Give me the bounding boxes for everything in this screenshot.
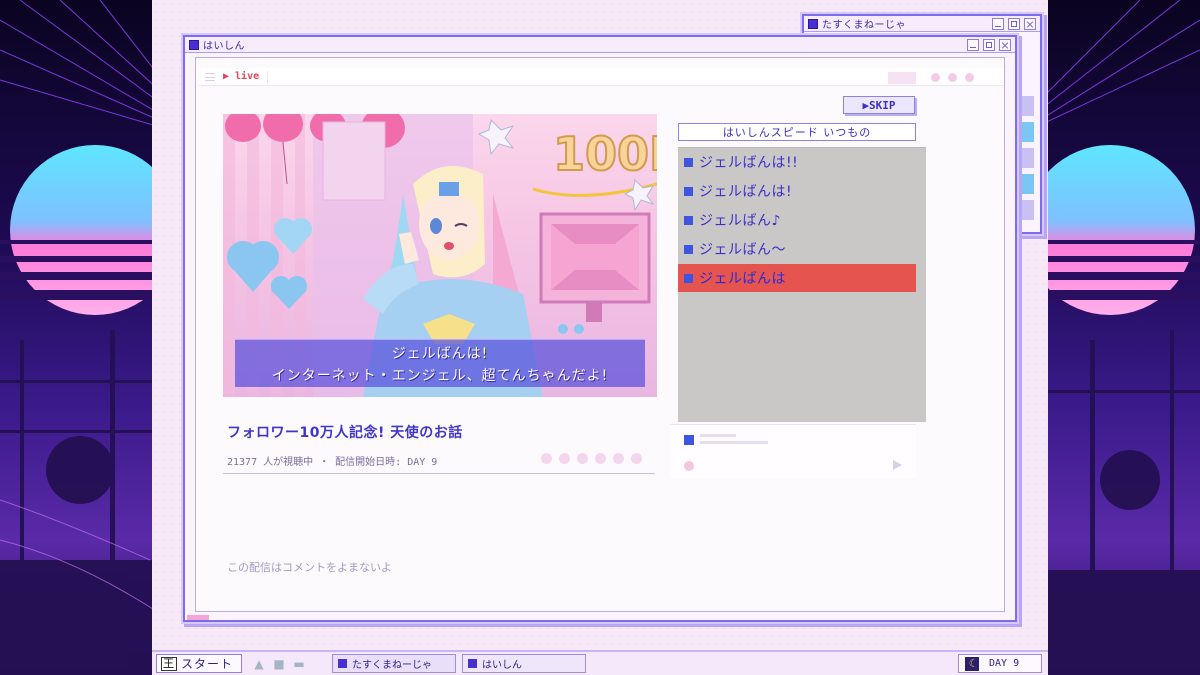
- user-icon: [684, 435, 694, 445]
- task-manager-title: たすくまねーじゃ: [822, 20, 906, 31]
- close-button[interactable]: [1024, 17, 1036, 30]
- taskbar-quick-icons: ▲ ■ ▬: [252, 658, 306, 670]
- badge-100k: 100K: [553, 127, 657, 181]
- taskbar-tab-label: たすくまねーじゃ: [352, 660, 433, 671]
- stream-window[interactable]: はいしん ▶ live 100 ジェルばんは! インターネット・エンジェル、超て…: [183, 35, 1017, 622]
- subtitle-line-1: ジェルばんは!: [391, 345, 489, 362]
- corner-mark: [187, 615, 209, 620]
- chat-item-text: ジェルばん〜: [699, 242, 786, 258]
- address-bar: ▶ live: [199, 68, 1004, 86]
- chat-item[interactable]: ジェルばん♪: [678, 206, 916, 234]
- address-pill: [888, 72, 916, 84]
- background-left: [0, 0, 170, 675]
- stream-meta: 21377 人が視聴中 ・ 配信開始日時: DAY 9: [227, 457, 438, 468]
- monitor-icon[interactable]: ▬: [292, 658, 306, 670]
- bird-icon[interactable]: ▲: [252, 658, 266, 670]
- taskbar-tab-task-manager[interactable]: たすくまねーじゃ: [332, 654, 457, 673]
- menu-icon[interactable]: [205, 72, 215, 81]
- start-button[interactable]: 王 スタート: [156, 654, 243, 673]
- chat-item[interactable]: ジェルばんは!: [678, 177, 916, 205]
- bullet-icon: [684, 244, 693, 254]
- subtitle-line-2: インターネット・エンジェル、超てんちゃんだよ!: [271, 367, 609, 384]
- minimize-button[interactable]: [992, 17, 1004, 30]
- close-button[interactable]: [999, 38, 1011, 51]
- background-right: [1040, 0, 1200, 675]
- chat-item-text: ジェルばんは!: [699, 184, 793, 200]
- chat-item-text: ジェルばんは: [699, 271, 786, 287]
- emoji-icon[interactable]: [684, 461, 694, 471]
- task-manager-titlebar[interactable]: たすくまねーじゃ: [804, 16, 1040, 32]
- minimize-button[interactable]: [967, 38, 979, 51]
- window-icon: [468, 659, 478, 668]
- window-icon: [189, 39, 199, 50]
- stream-speed-selector[interactable]: はいしんスピード いつもの: [678, 123, 916, 141]
- bullet-icon: [684, 186, 693, 196]
- comment-box[interactable]: [670, 424, 916, 478]
- subtitle-box: ジェルばんは! インターネット・エンジェル、超てんちゃんだよ!: [235, 339, 645, 387]
- stream-titlebar[interactable]: はいしん: [185, 37, 1015, 53]
- maximize-button[interactable]: [1008, 17, 1020, 30]
- window-icon: [338, 659, 348, 668]
- chat-item[interactable]: ジェルばんは!!: [678, 148, 916, 176]
- chat-item-text: ジェルばん♪: [699, 213, 781, 229]
- stream-window-title: はいしん: [203, 41, 245, 52]
- taskbar-tab-stream[interactable]: はいしん: [462, 654, 587, 673]
- stream-video: 100K: [223, 114, 657, 397]
- live-label: ▶ live: [223, 71, 260, 82]
- no-comment-note: この配信はコメントをよまないよ: [227, 561, 392, 574]
- send-icon[interactable]: [893, 460, 902, 470]
- chat-item-text: ジェルばんは!!: [699, 155, 799, 171]
- stream-dots: [541, 453, 642, 464]
- moon-icon: ☾: [965, 656, 979, 671]
- day-label: DAY 9: [989, 658, 1020, 669]
- chat-icon[interactable]: ■: [272, 658, 286, 670]
- chat-panel: ジェルばんは!! ジェルばんは! ジェルばん♪ ジェルばん〜 ジェルばんは: [678, 147, 926, 422]
- chat-item-selected[interactable]: ジェルばんは: [678, 264, 916, 292]
- maximize-button[interactable]: [983, 38, 995, 51]
- taskbar-tab-label: はいしん: [482, 660, 523, 671]
- bullet-icon: [684, 157, 693, 167]
- taskbar: 王 スタート ▲ ■ ▬ たすくまねーじゃ はいしん ☾ DAY 9: [152, 650, 1048, 675]
- bullet-icon: [684, 273, 693, 283]
- bullet-icon: [684, 215, 693, 225]
- stream-title: フォロワー10万人記念! 天使のお話: [227, 425, 463, 441]
- divider: [223, 473, 655, 474]
- chat-item[interactable]: ジェルばん〜: [678, 235, 916, 263]
- skip-button[interactable]: ▶SKIP: [843, 96, 915, 114]
- start-icon: 王: [161, 656, 177, 671]
- window-icon: [808, 18, 818, 29]
- start-label: スタート: [181, 657, 234, 671]
- window-dots: [931, 73, 974, 82]
- day-indicator: ☾ DAY 9: [958, 654, 1042, 673]
